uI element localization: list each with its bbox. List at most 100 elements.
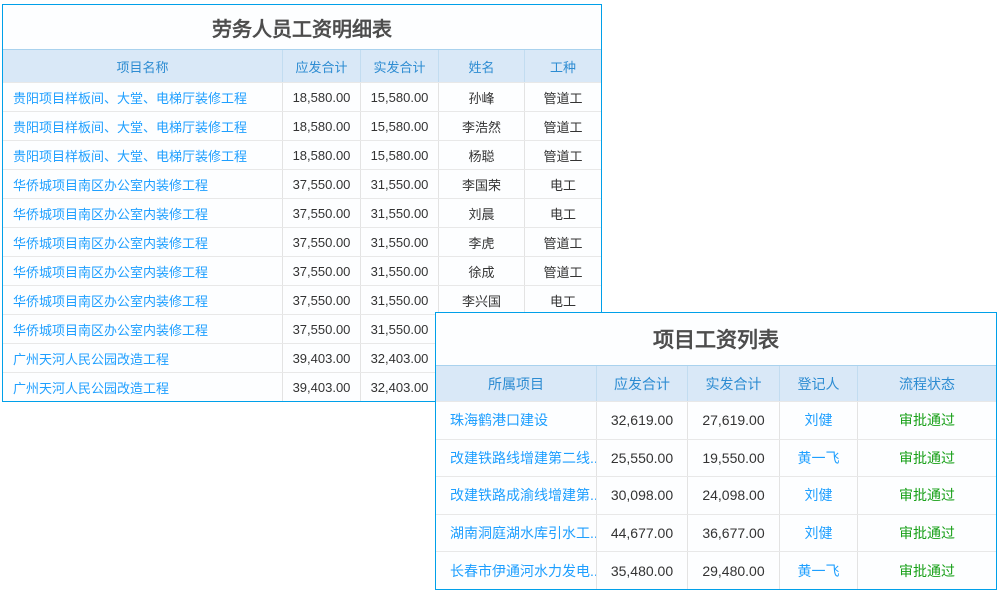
payable-total-cell: 18,580.00 <box>283 141 361 169</box>
payable-total-cell: 18,580.00 <box>283 112 361 140</box>
project-name-link[interactable]: 贵阳项目样板间、大堂、电梯厅装修工程 <box>3 141 283 169</box>
table-row: 改建铁路成渝线增建第... 30,098.00 24,098.00 刘健 审批通… <box>436 476 996 514</box>
actual-total-cell: 31,550.00 <box>361 228 439 256</box>
payable-total-cell: 37,550.00 <box>283 170 361 198</box>
project-name-link[interactable]: 改建铁路线增建第二线... <box>436 440 597 477</box>
payable-total-cell: 37,550.00 <box>283 257 361 285</box>
actual-total-cell: 31,550.00 <box>361 286 439 314</box>
table-row: 华侨城项目南区办公室内装修工程 37,550.00 31,550.00 李国荣 … <box>3 169 601 198</box>
table-header-row: 所属项目 应发合计 实发合计 登记人 流程状态 <box>436 365 996 401</box>
flow-status-badge: 审批通过 <box>858 440 996 477</box>
table-row: 贵阳项目样板间、大堂、电梯厅装修工程 18,580.00 15,580.00 杨… <box>3 140 601 169</box>
actual-total-cell: 36,677.00 <box>688 515 780 552</box>
table-row: 珠海鹤港口建设 32,619.00 27,619.00 刘健 审批通过 <box>436 401 996 439</box>
actual-total-cell: 15,580.00 <box>361 141 439 169</box>
payable-total-cell: 25,550.00 <box>597 440 688 477</box>
table-row: 华侨城项目南区办公室内装修工程 37,550.00 31,550.00 徐成 管… <box>3 256 601 285</box>
project-name-link[interactable]: 贵阳项目样板间、大堂、电梯厅装修工程 <box>3 83 283 111</box>
payable-total-cell: 18,580.00 <box>283 83 361 111</box>
project-name-link[interactable]: 华侨城项目南区办公室内装修工程 <box>3 315 283 343</box>
payable-total-cell: 37,550.00 <box>283 315 361 343</box>
col-header-job-type: 工种 <box>525 50 601 82</box>
actual-total-cell: 29,480.00 <box>688 552 780 589</box>
table-row: 贵阳项目样板间、大堂、电梯厅装修工程 18,580.00 15,580.00 孙… <box>3 82 601 111</box>
project-name-link[interactable]: 湖南洞庭湖水库引水工... <box>436 515 597 552</box>
project-name-link[interactable]: 华侨城项目南区办公室内装修工程 <box>3 257 283 285</box>
col-header-project-name: 项目名称 <box>3 50 283 82</box>
flow-status-badge: 审批通过 <box>858 477 996 514</box>
flow-status-badge: 审批通过 <box>858 515 996 552</box>
col-header-name: 姓名 <box>439 50 525 82</box>
col-header-project: 所属项目 <box>436 366 597 401</box>
flow-status-badge: 审批通过 <box>858 402 996 439</box>
actual-total-cell: 15,580.00 <box>361 112 439 140</box>
table-row: 湖南洞庭湖水库引水工... 44,677.00 36,677.00 刘健 审批通… <box>436 514 996 552</box>
table-row: 改建铁路线增建第二线... 25,550.00 19,550.00 黄一飞 审批… <box>436 439 996 477</box>
job-type-cell: 管道工 <box>525 141 601 169</box>
person-name-cell: 杨聪 <box>439 141 525 169</box>
actual-total-cell: 31,550.00 <box>361 199 439 227</box>
payable-total-cell: 37,550.00 <box>283 286 361 314</box>
project-name-link[interactable]: 广州天河人民公园改造工程 <box>3 373 283 401</box>
table-row: 华侨城项目南区办公室内装修工程 37,550.00 31,550.00 李虎 管… <box>3 227 601 256</box>
registrar-link[interactable]: 黄一飞 <box>780 552 858 589</box>
payable-total-cell: 39,403.00 <box>283 373 361 401</box>
actual-total-cell: 27,619.00 <box>688 402 780 439</box>
col-header-payable-total: 应发合计 <box>283 50 361 82</box>
project-name-link[interactable]: 华侨城项目南区办公室内装修工程 <box>3 228 283 256</box>
table-title: 劳务人员工资明细表 <box>3 5 601 49</box>
payable-total-cell: 30,098.00 <box>597 477 688 514</box>
project-name-link[interactable]: 华侨城项目南区办公室内装修工程 <box>3 286 283 314</box>
payable-total-cell: 44,677.00 <box>597 515 688 552</box>
actual-total-cell: 31,550.00 <box>361 170 439 198</box>
project-name-link[interactable]: 华侨城项目南区办公室内装修工程 <box>3 170 283 198</box>
col-header-payable-total: 应发合计 <box>597 366 688 401</box>
actual-total-cell: 24,098.00 <box>688 477 780 514</box>
job-type-cell: 管道工 <box>525 257 601 285</box>
table-row: 贵阳项目样板间、大堂、电梯厅装修工程 18,580.00 15,580.00 李… <box>3 111 601 140</box>
actual-total-cell: 15,580.00 <box>361 83 439 111</box>
col-header-actual-total: 实发合计 <box>361 50 439 82</box>
project-salary-list-table: 项目工资列表 所属项目 应发合计 实发合计 登记人 流程状态 珠海鹤港口建设 3… <box>435 312 997 590</box>
person-name-cell: 李虎 <box>439 228 525 256</box>
project-name-link[interactable]: 珠海鹤港口建设 <box>436 402 597 439</box>
table-row: 华侨城项目南区办公室内装修工程 37,550.00 31,550.00 李兴国 … <box>3 285 601 314</box>
person-name-cell: 李国荣 <box>439 170 525 198</box>
job-type-cell: 管道工 <box>525 83 601 111</box>
person-name-cell: 徐成 <box>439 257 525 285</box>
actual-total-cell: 19,550.00 <box>688 440 780 477</box>
actual-total-cell: 32,403.00 <box>361 344 439 372</box>
registrar-link[interactable]: 刘健 <box>780 477 858 514</box>
actual-total-cell: 32,403.00 <box>361 373 439 401</box>
person-name-cell: 孙峰 <box>439 83 525 111</box>
project-name-link[interactable]: 长春市伊通河水力发电... <box>436 552 597 589</box>
project-name-link[interactable]: 广州天河人民公园改造工程 <box>3 344 283 372</box>
table-row: 华侨城项目南区办公室内装修工程 37,550.00 31,550.00 刘晨 电… <box>3 198 601 227</box>
payable-total-cell: 35,480.00 <box>597 552 688 589</box>
project-name-link[interactable]: 改建铁路成渝线增建第... <box>436 477 597 514</box>
job-type-cell: 电工 <box>525 286 601 314</box>
job-type-cell: 管道工 <box>525 112 601 140</box>
actual-total-cell: 31,550.00 <box>361 315 439 343</box>
registrar-link[interactable]: 黄一飞 <box>780 440 858 477</box>
job-type-cell: 管道工 <box>525 228 601 256</box>
actual-total-cell: 31,550.00 <box>361 257 439 285</box>
payable-total-cell: 39,403.00 <box>283 344 361 372</box>
person-name-cell: 李浩然 <box>439 112 525 140</box>
table-title: 项目工资列表 <box>436 313 996 365</box>
flow-status-badge: 审批通过 <box>858 552 996 589</box>
col-header-flow-status: 流程状态 <box>858 366 996 401</box>
table-header-row: 项目名称 应发合计 实发合计 姓名 工种 <box>3 49 601 82</box>
payable-total-cell: 37,550.00 <box>283 199 361 227</box>
col-header-actual-total: 实发合计 <box>688 366 780 401</box>
person-name-cell: 李兴国 <box>439 286 525 314</box>
job-type-cell: 电工 <box>525 199 601 227</box>
payable-total-cell: 32,619.00 <box>597 402 688 439</box>
table-row: 长春市伊通河水力发电... 35,480.00 29,480.00 黄一飞 审批… <box>436 551 996 589</box>
job-type-cell: 电工 <box>525 170 601 198</box>
project-name-link[interactable]: 贵阳项目样板间、大堂、电梯厅装修工程 <box>3 112 283 140</box>
payable-total-cell: 37,550.00 <box>283 228 361 256</box>
project-name-link[interactable]: 华侨城项目南区办公室内装修工程 <box>3 199 283 227</box>
registrar-link[interactable]: 刘健 <box>780 402 858 439</box>
registrar-link[interactable]: 刘健 <box>780 515 858 552</box>
